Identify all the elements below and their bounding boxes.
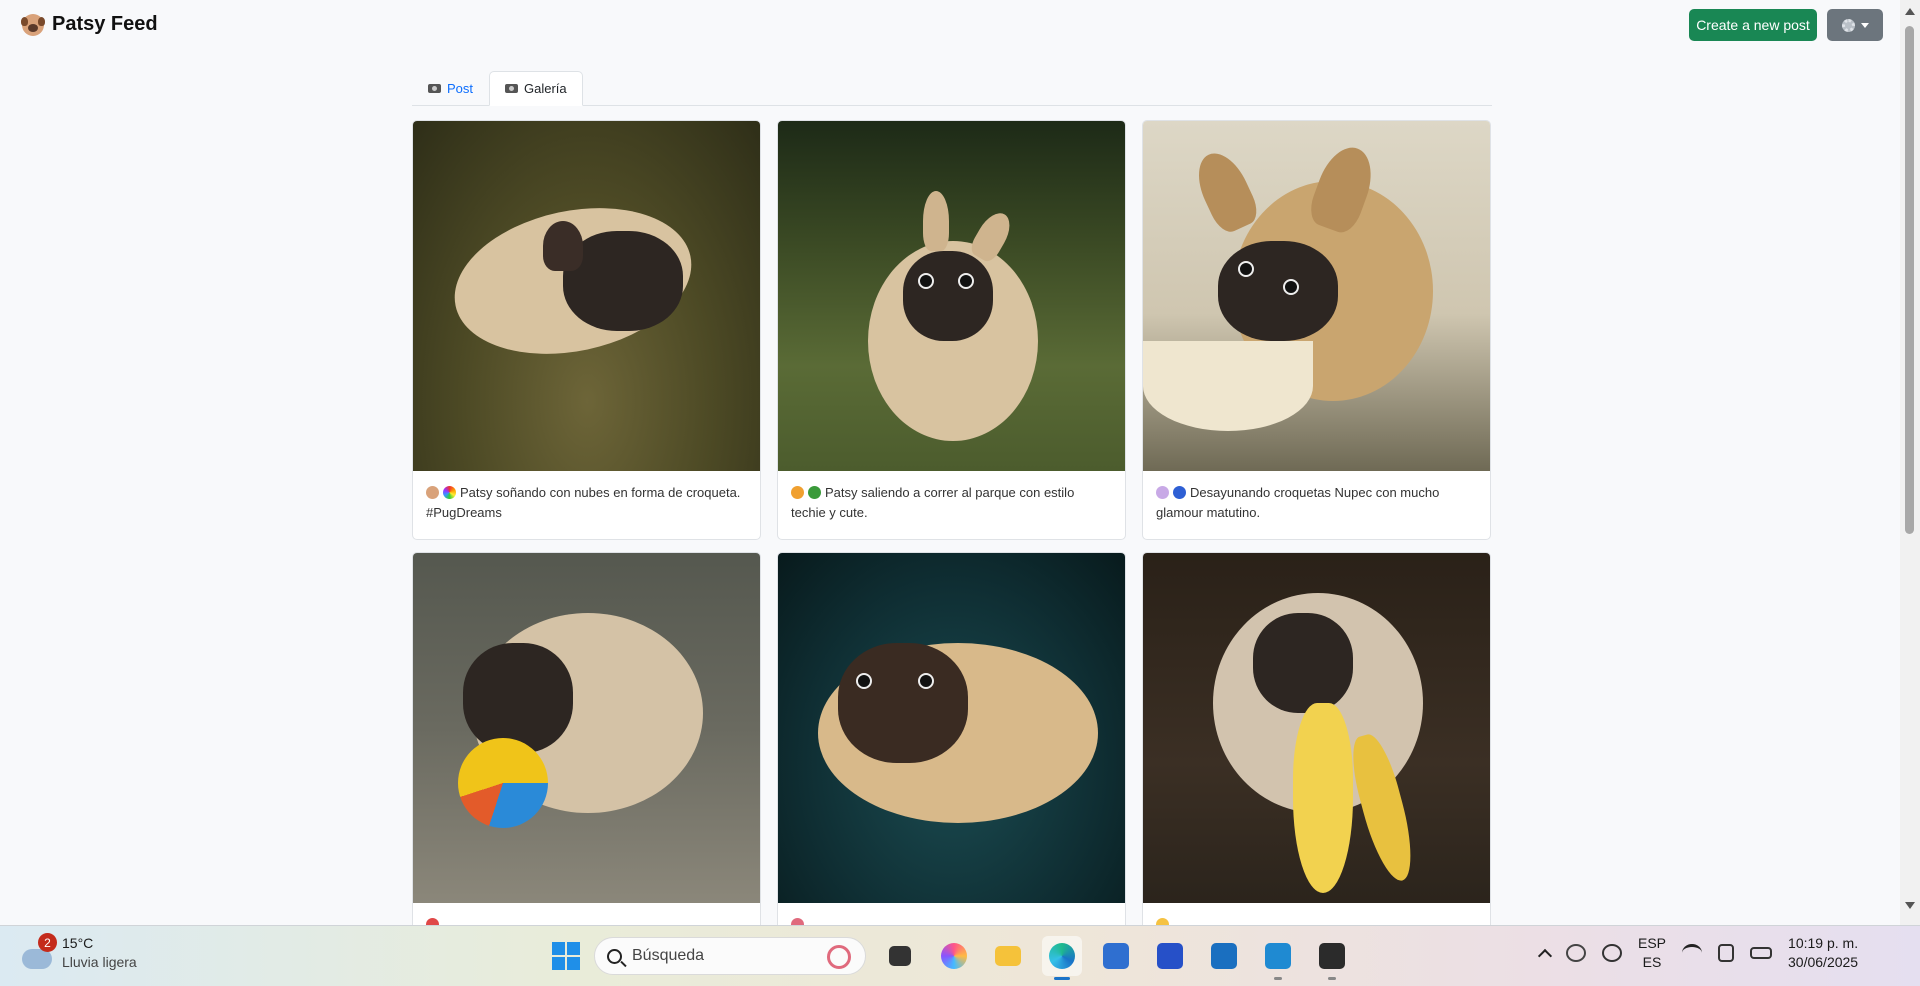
- runner-icon: [791, 486, 804, 499]
- gear-icon: [1841, 18, 1855, 32]
- terminal-icon[interactable]: [1312, 936, 1352, 980]
- card-caption: [1143, 903, 1490, 925]
- caption-text: Patsy soñando con nubes en forma de croq…: [426, 485, 741, 520]
- tab-galeria-label: Galería: [524, 81, 567, 96]
- sync-icon[interactable]: [1566, 944, 1586, 962]
- settings-dropdown-button[interactable]: [1827, 9, 1883, 41]
- scroll-up-arrow-icon[interactable]: [1905, 8, 1915, 15]
- edge-browser-icon[interactable]: [1042, 936, 1082, 980]
- outlook-icon[interactable]: [1204, 936, 1244, 976]
- gallery-card[interactable]: [1142, 552, 1491, 925]
- task-view-icon[interactable]: [880, 936, 920, 976]
- clock-date: 30/06/2025: [1788, 954, 1859, 970]
- volume-muted-icon[interactable]: [1718, 944, 1735, 962]
- onedrive-icon[interactable]: [1602, 944, 1622, 962]
- pug-photo[interactable]: [413, 121, 760, 471]
- language-line1: ESP: [1638, 935, 1667, 951]
- file-explorer-icon[interactable]: [988, 936, 1028, 976]
- store-icon[interactable]: [1096, 936, 1136, 976]
- plate-icon: [1156, 486, 1169, 499]
- pin-icon: [426, 918, 439, 925]
- copilot-icon[interactable]: [934, 936, 974, 976]
- pug-photo[interactable]: [778, 553, 1125, 903]
- search-placeholder: Búsqueda: [632, 947, 705, 964]
- weather-temp: 15°C: [62, 935, 94, 951]
- tab-post-label: Post: [447, 81, 474, 96]
- dog-face-icon: [21, 13, 45, 36]
- create-post-button[interactable]: Create a new post: [1689, 9, 1817, 41]
- gallery-card[interactable]: Patsy saliendo a correr al parque con es…: [777, 120, 1126, 540]
- splash-icon: [791, 918, 804, 925]
- language-line2: ES: [1642, 954, 1662, 970]
- caption-text: Desayunando croquetas Nupec con mucho gl…: [1156, 485, 1440, 520]
- caption-text: Patsy saliendo a correr al parque con es…: [791, 485, 1075, 520]
- card-caption: Patsy soñando con nubes en forma de croq…: [413, 471, 760, 539]
- clock[interactable]: 10:19 p. m. 30/06/2025: [1788, 934, 1858, 972]
- notification-badge: 2: [38, 933, 57, 952]
- taskbar-apps: Búsqueda: [552, 936, 1352, 980]
- scroll-down-arrow-icon[interactable]: [1905, 902, 1915, 909]
- tree-icon: [808, 486, 821, 499]
- app-title: Patsy Feed: [52, 13, 158, 35]
- sun-icon: [1156, 918, 1169, 925]
- windows-start-icon[interactable]: [552, 942, 580, 970]
- weather-widget[interactable]: 2 15°C Lluvia ligera: [22, 933, 137, 972]
- system-tray: ESP ES 10:19 p. m. 30/06/2025: [1537, 934, 1858, 972]
- taskbar: 2 15°C Lluvia ligera Búsqueda ESP ES 10:…: [0, 925, 1920, 986]
- weather-desc: Lluvia ligera: [62, 954, 137, 970]
- tennis-racket-icon: [827, 945, 851, 969]
- chevron-down-icon: [1860, 22, 1869, 28]
- vertical-scrollbar[interactable]: [1900, 0, 1920, 925]
- chevron-up-icon[interactable]: [1537, 948, 1553, 964]
- tab-post[interactable]: Post: [412, 71, 489, 106]
- card-caption: [778, 903, 1125, 925]
- gallery-card[interactable]: [777, 552, 1126, 925]
- card-caption: Desayunando croquetas Nupec con mucho gl…: [1143, 471, 1490, 539]
- taskbar-search[interactable]: Búsqueda: [594, 937, 866, 975]
- pug-photo[interactable]: [1143, 553, 1490, 903]
- pug-photo[interactable]: [413, 553, 760, 903]
- rain-cloud-icon: 2: [22, 933, 57, 969]
- editor-app-icon[interactable]: [1150, 936, 1190, 976]
- browser-viewport: Patsy Feed Create a new post Post Galerí…: [0, 0, 1920, 925]
- clock-time: 10:19 p. m.: [1788, 935, 1859, 951]
- pug-photo[interactable]: [778, 121, 1125, 471]
- language-indicator[interactable]: ESP ES: [1638, 934, 1666, 972]
- camera-icon: [428, 84, 441, 93]
- tab-galeria[interactable]: Galería: [489, 71, 583, 106]
- card-caption: [413, 903, 760, 925]
- brand[interactable]: Patsy Feed: [21, 13, 158, 36]
- navbar: Patsy Feed Create a new post: [0, 0, 1900, 52]
- wifi-icon[interactable]: [1682, 944, 1703, 962]
- vscode-icon[interactable]: [1258, 936, 1298, 980]
- search-icon: [607, 948, 622, 964]
- bowl-icon: [1173, 486, 1186, 499]
- camera-icon: [505, 84, 519, 93]
- gallery-card[interactable]: Desayunando croquetas Nupec con mucho gl…: [1142, 120, 1491, 540]
- rainbow-icon: [443, 486, 456, 499]
- battery-icon[interactable]: [1750, 947, 1773, 959]
- tab-bar: Post Galería: [412, 71, 1492, 106]
- gallery-card[interactable]: Patsy soñando con nubes en forma de croq…: [412, 120, 761, 540]
- dog-face-icon: [426, 486, 439, 499]
- card-caption: Patsy saliendo a correr al parque con es…: [778, 471, 1125, 539]
- pug-photo[interactable]: [1143, 121, 1490, 471]
- gallery-card[interactable]: [412, 552, 761, 925]
- scrollbar-thumb[interactable]: [1905, 26, 1914, 534]
